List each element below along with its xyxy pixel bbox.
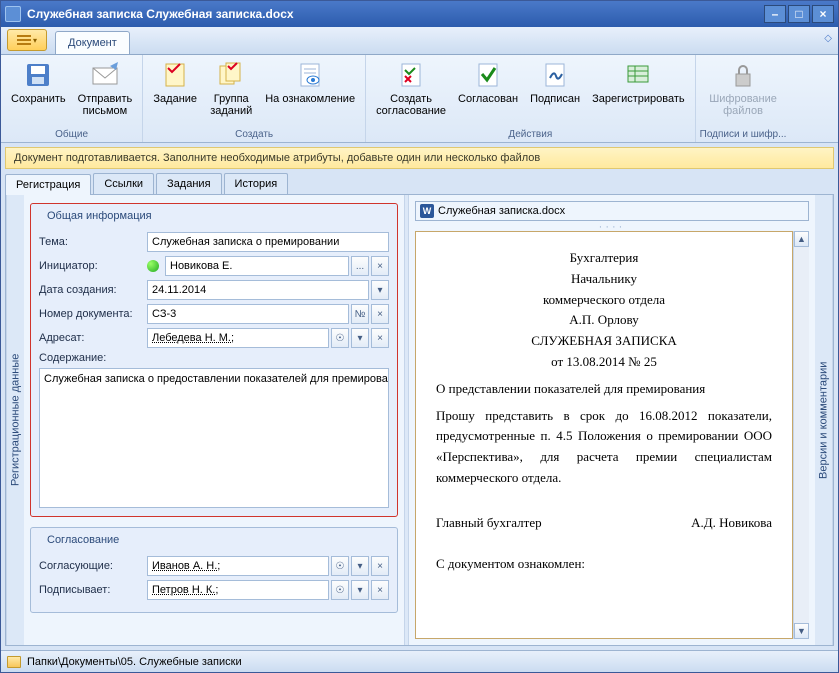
scroll-up-icon[interactable]: ▲ [794,231,809,247]
register-icon [622,59,654,91]
date-dropdown-button[interactable]: ▾ [371,280,389,300]
docnum-generate-button[interactable]: № [351,304,369,324]
initiator-input[interactable]: Новикова Е. [165,256,349,276]
approvers-label: Согласующие: [39,560,147,572]
preview-scrollbar[interactable]: ▲ ▼ [793,231,809,639]
file-menu-button[interactable]: ▾ [7,29,47,51]
form-pane: Общая информация Тема: Служебная записка… [24,195,404,645]
approved-button[interactable]: Согласован [452,57,524,107]
menubar: ▾ Документ ◇ [1,27,838,55]
approvers-dropdown-button[interactable]: ▾ [351,556,369,576]
initiator-lookup-button[interactable]: ... [351,256,369,276]
fieldset-approval-title: Согласование [43,534,123,546]
task-button[interactable]: Задание [147,57,203,107]
signed-icon [539,59,571,91]
ribbon: Сохранить Отправить письмом Общие Задани… [1,55,838,143]
signer-dropdown-button[interactable]: ▾ [351,580,369,600]
date-label: Дата создания: [39,284,147,296]
approvers-input[interactable]: Иванов А. Н.; [147,556,329,576]
mail-icon [89,59,121,91]
sig-role: Главный бухгалтер [436,513,542,534]
subject-input[interactable]: Служебная записка о премировании [147,232,389,252]
ribbon-group-common: Общие [5,127,138,142]
titlebar: Служебная записка Служебная записка.docx… [1,1,838,27]
addressee-label: Адресат: [39,332,147,344]
ribbon-tab-document[interactable]: Документ [55,31,130,54]
maximize-button[interactable]: □ [788,5,810,23]
content-textarea[interactable] [39,368,389,508]
initiator-label: Инициатор: [39,260,147,272]
minimize-button[interactable]: – [764,5,786,23]
send-letter-button[interactable]: Отправить письмом [72,57,139,119]
subject-label: Тема: [39,236,147,248]
review-icon [294,59,326,91]
file-header[interactable]: W Служебная записка.docx [415,201,809,221]
tab-tasks[interactable]: Задания [156,173,221,194]
register-button[interactable]: Зарегистрировать [586,57,691,107]
word-icon: W [420,204,434,218]
status-dot-icon [147,260,159,272]
preview-pane: W Служебная записка.docx ···· Бухгалтери… [409,195,815,645]
signer-label: Подписывает: [39,584,147,596]
fieldset-general-title: Общая информация [43,210,156,222]
collapse-ribbon-icon[interactable]: ◇ [824,33,832,44]
tab-links[interactable]: Ссылки [93,173,154,194]
file-name: Служебная записка.docx [438,205,565,217]
task-group-button[interactable]: Группа заданий [203,57,259,119]
scroll-down-icon[interactable]: ▼ [794,623,809,639]
fieldset-general: Общая информация Тема: Служебная записка… [30,203,398,517]
create-approval-button[interactable]: Создать согласование [370,57,452,119]
side-panel-right[interactable]: Версии и комментарии [815,195,833,645]
preview-handle[interactable]: ···· [415,221,809,231]
addressee-input[interactable]: Лебедева Н. М.; [147,328,329,348]
task-group-icon [215,59,247,91]
window-title: Служебная записка Служебная записка.docx [27,7,294,21]
folder-icon [7,656,21,668]
document-preview: Бухгалтерия Начальнику коммерческого отд… [415,231,793,639]
close-button[interactable]: × [812,5,834,23]
review-button[interactable]: На ознакомление [259,57,361,107]
fieldset-approval: Согласование Согласующие: Иванов А. Н.; … [30,527,398,613]
ribbon-group-actions: Действия [370,127,691,142]
ribbon-group-create: Создать [147,127,361,142]
save-button[interactable]: Сохранить [5,57,72,107]
lock-icon [727,59,759,91]
signer-people-button[interactable]: ☉ [331,580,349,600]
status-path[interactable]: Папки\Документы\05. Служебные записки [27,656,242,668]
addressee-dropdown-button[interactable]: ▾ [351,328,369,348]
content-label: Содержание: [39,352,147,364]
tab-registration[interactable]: Регистрация [5,174,91,195]
create-approval-icon [395,59,427,91]
docnum-input[interactable]: СЗ-3 [147,304,349,324]
task-icon [159,59,191,91]
app-icon [5,6,21,22]
approved-icon [472,59,504,91]
docnum-clear-button[interactable]: × [371,304,389,324]
content-area: Регистрационные данные Общая информация … [5,195,834,646]
signed-button[interactable]: Подписан [524,57,586,107]
statusbar: Папки\Документы\05. Служебные записки [1,650,838,672]
save-icon [22,59,54,91]
tabstrip: Регистрация Ссылки Задания История [5,173,834,195]
info-bar: Документ подготавливается. Заполните нео… [5,147,834,169]
addressee-clear-button[interactable]: × [371,328,389,348]
date-input[interactable]: 24.11.2014 [147,280,369,300]
addressee-people-button[interactable]: ☉ [331,328,349,348]
sig-name: А.Д. Новикова [691,513,772,534]
signer-input[interactable]: Петров Н. К.; [147,580,329,600]
ribbon-group-sign: Подписи и шифр... [700,127,787,142]
approvers-clear-button[interactable]: × [371,556,389,576]
encrypt-files-button: Шифрование файлов [703,57,783,119]
signer-clear-button[interactable]: × [371,580,389,600]
app-window: Служебная записка Служебная записка.docx… [0,0,839,673]
side-panel-left[interactable]: Регистрационные данные [6,195,24,645]
tab-history[interactable]: История [224,173,289,194]
docnum-label: Номер документа: [39,308,147,320]
approvers-people-button[interactable]: ☉ [331,556,349,576]
initiator-clear-button[interactable]: × [371,256,389,276]
